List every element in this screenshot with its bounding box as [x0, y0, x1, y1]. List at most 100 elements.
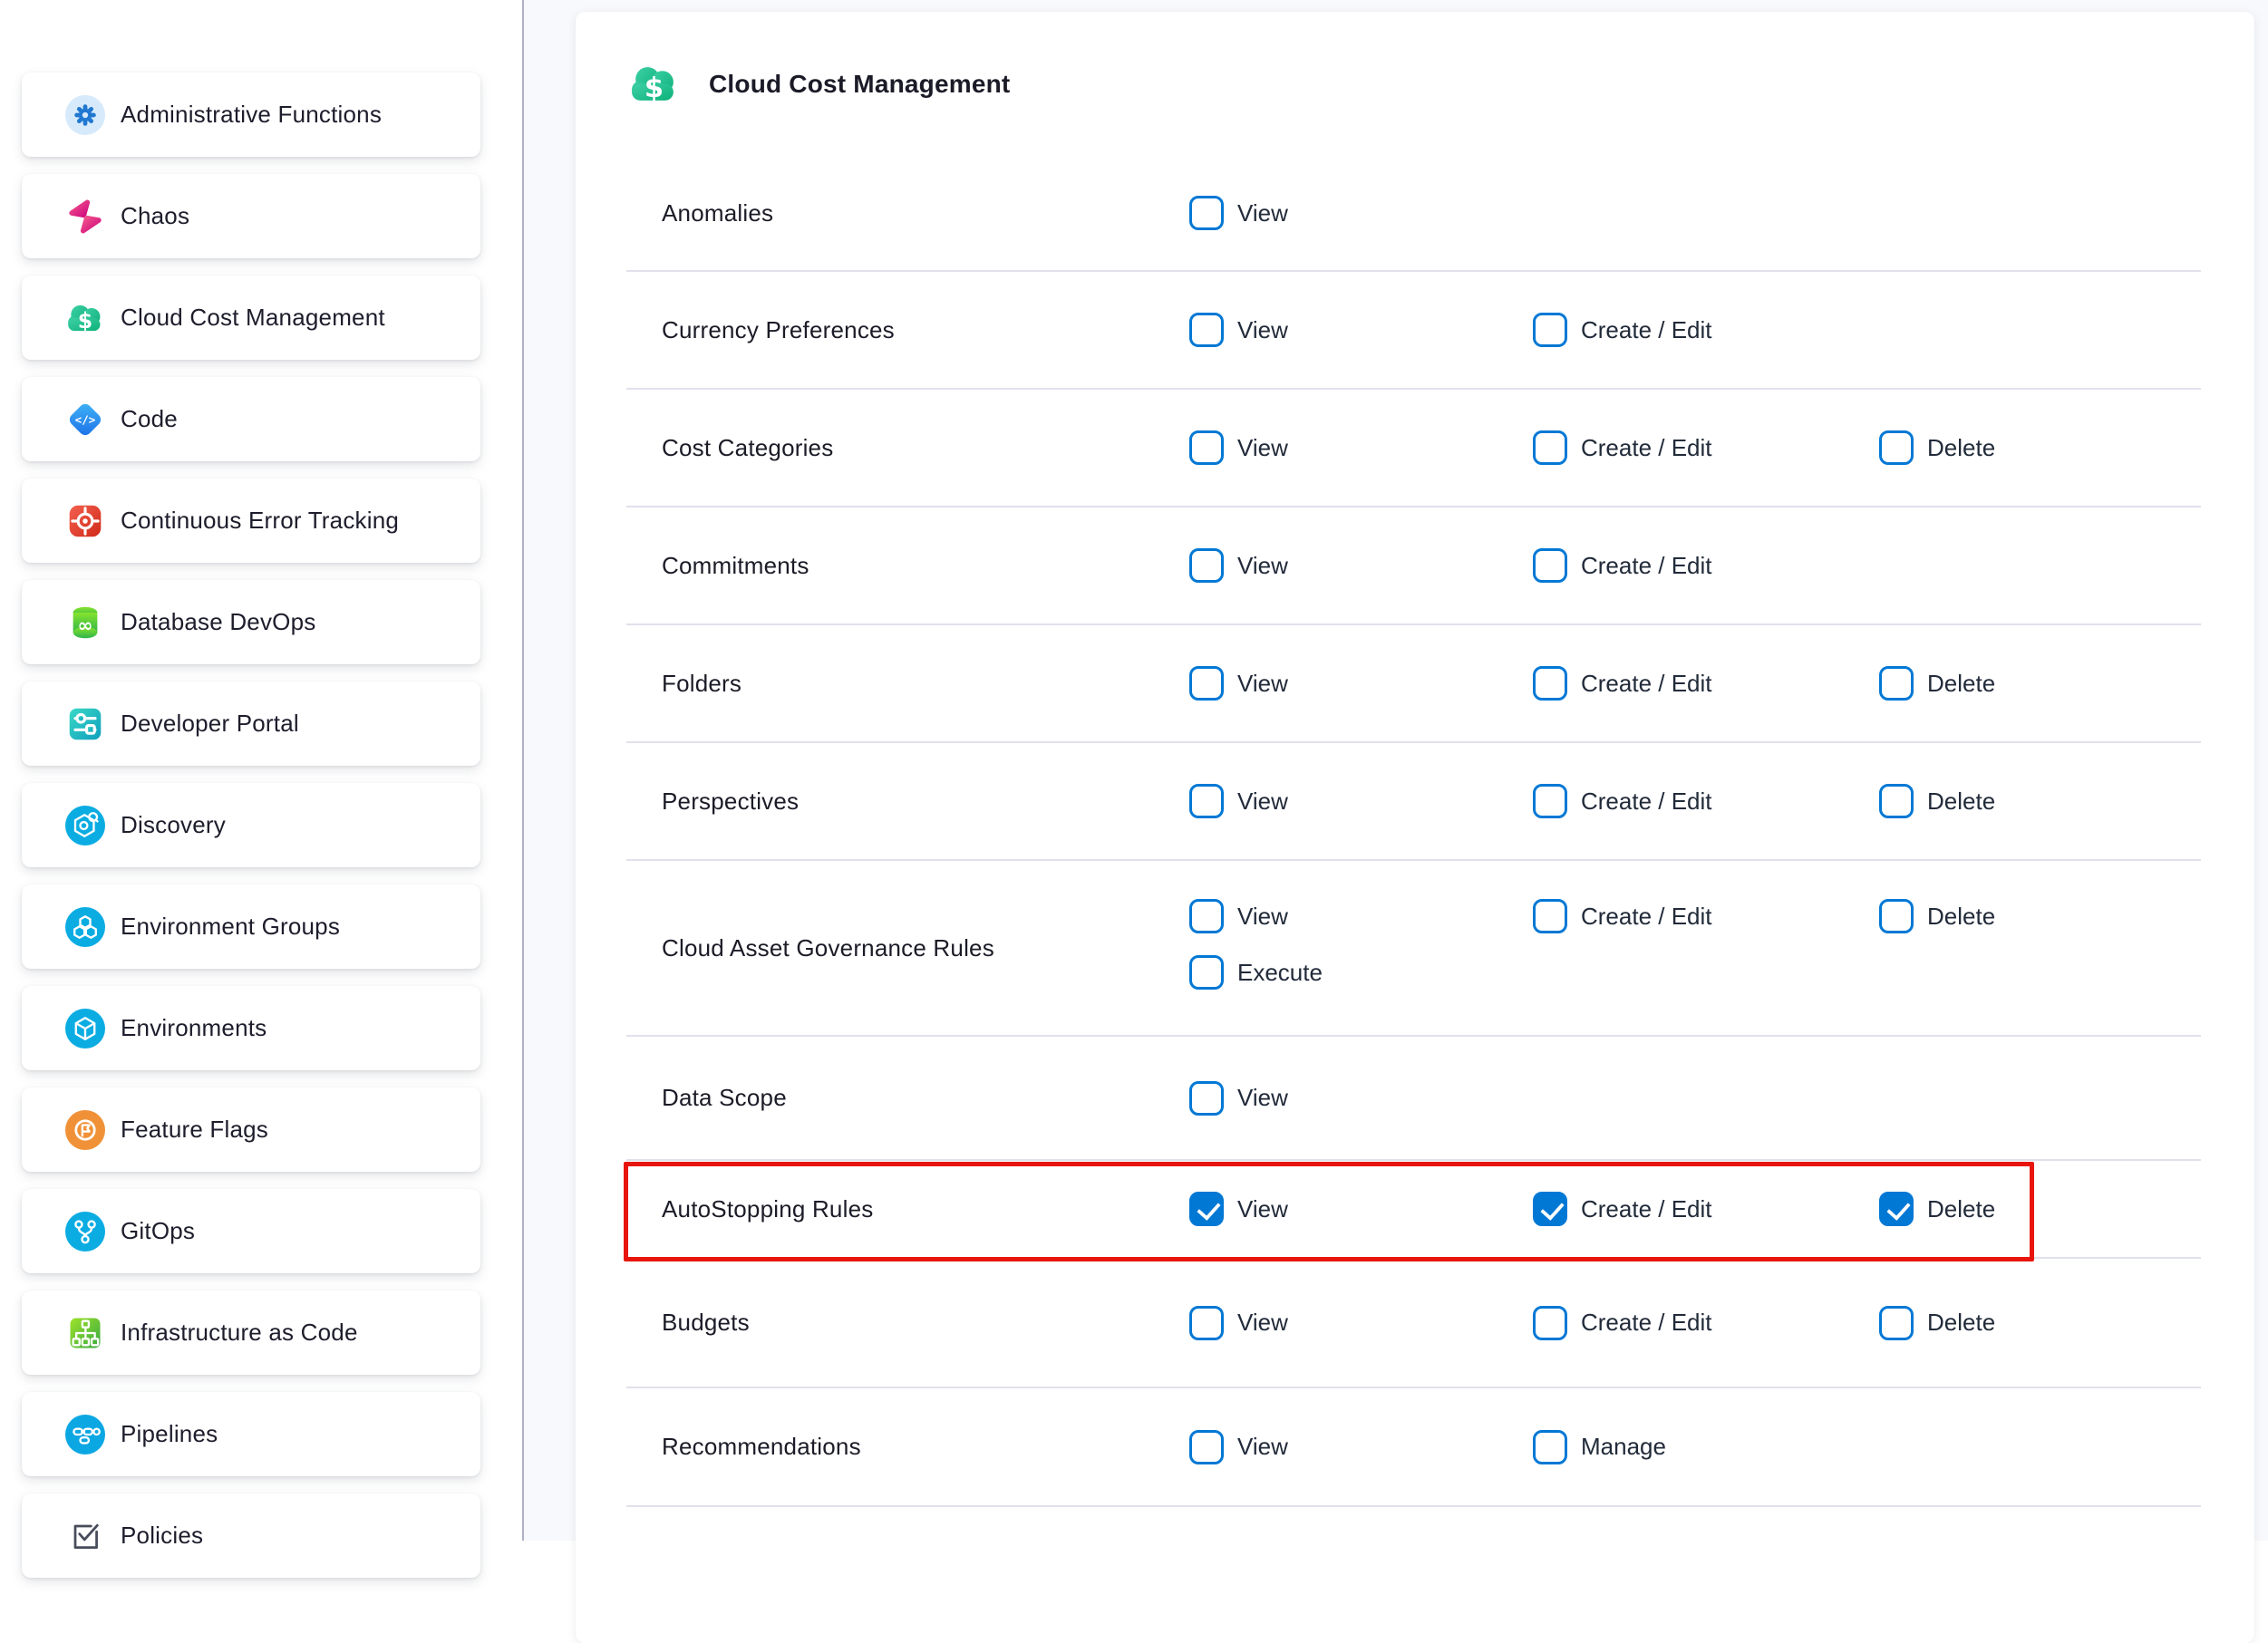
- permission-cell: View: [1189, 784, 1533, 818]
- sidebar-item-code[interactable]: </>Code: [22, 377, 480, 461]
- permission-option: View: [1189, 1192, 1533, 1226]
- currency-preferences-view-checkbox[interactable]: [1189, 313, 1224, 347]
- budgets-view-checkbox[interactable]: [1189, 1306, 1224, 1340]
- sidebar-item-database-devops[interactable]: ∞Database DevOps: [22, 580, 480, 664]
- sidebar-item-administrative-functions[interactable]: Administrative Functions: [22, 72, 480, 157]
- discovery-hexagon-magnifier-icon: [65, 806, 105, 846]
- currency-preferences-create-edit-checkbox[interactable]: [1533, 313, 1567, 347]
- permission-cell: Create / Edit: [1533, 1306, 1879, 1340]
- sidebar-item-label: Environments: [121, 1014, 267, 1042]
- autostopping-rules-delete-checkbox[interactable]: [1879, 1192, 1914, 1226]
- cost-categories-create-edit-checkbox[interactable]: [1533, 430, 1567, 465]
- permission-cell: View: [1189, 1430, 1533, 1464]
- permission-cell: View: [1189, 196, 1533, 230]
- sidebar-item-label: Cloud Cost Management: [121, 304, 385, 332]
- permission-option-label: View: [1237, 434, 1288, 462]
- permission-cell: Create / Edit: [1533, 861, 1879, 933]
- recommendations-manage-checkbox[interactable]: [1533, 1430, 1567, 1464]
- resource-label: Budgets: [626, 1309, 1189, 1337]
- permission-option-label: Create / Edit: [1581, 434, 1712, 462]
- resource-label: Cost Categories: [626, 434, 1189, 462]
- permission-cell: Create / Edit: [1533, 1192, 1879, 1226]
- permission-cell: Delete: [1879, 784, 2201, 818]
- resource-label: Recommendations: [626, 1433, 1189, 1461]
- permission-option-label: Delete: [1927, 788, 1995, 816]
- permission-row-data-scope: Data ScopeView: [626, 1037, 2201, 1161]
- permission-option-label: View: [1237, 670, 1288, 698]
- commitments-view-checkbox[interactable]: [1189, 548, 1224, 583]
- target-icon: [65, 501, 105, 541]
- permission-option: View: [1189, 196, 1533, 230]
- autostopping-rules-create-edit-checkbox[interactable]: [1533, 1192, 1567, 1226]
- resource-label: Data Scope: [626, 1084, 1189, 1112]
- permission-option-label: View: [1237, 316, 1288, 344]
- permission-cell: View: [1189, 313, 1533, 347]
- sidebar-item-label: Chaos: [121, 202, 189, 230]
- permission-cell: View: [1189, 430, 1533, 465]
- sidebar-item-infrastructure-as-code[interactable]: Infrastructure as Code: [22, 1290, 480, 1375]
- folders-view-checkbox[interactable]: [1189, 666, 1224, 701]
- sidebar-item-environments[interactable]: Environments: [22, 986, 480, 1070]
- sidebar-item-pipelines[interactable]: Pipelines: [22, 1392, 480, 1476]
- code-brackets-icon: </>: [65, 400, 105, 440]
- budgets-create-edit-checkbox[interactable]: [1533, 1306, 1567, 1340]
- sidebar-item-cloud-cost-management[interactable]: $Cloud Cost Management: [22, 275, 480, 360]
- sidebar-item-discovery[interactable]: Discovery: [22, 783, 480, 867]
- svg-text:</>: </>: [75, 412, 96, 426]
- permission-cell: Delete: [1879, 430, 2201, 465]
- permission-option-label: Delete: [1927, 903, 1995, 931]
- folders-create-edit-checkbox[interactable]: [1533, 666, 1567, 701]
- permission-option-label: Execute: [1237, 959, 1323, 987]
- permission-option: View: [1189, 548, 1533, 583]
- sidebar-item-continuous-error-tracking[interactable]: Continuous Error Tracking: [22, 478, 480, 563]
- sidebar-item-developer-portal[interactable]: Developer Portal: [22, 681, 480, 766]
- permission-option: Create / Edit: [1533, 548, 1879, 583]
- perspectives-create-edit-checkbox[interactable]: [1533, 784, 1567, 818]
- sidebar-item-feature-flags[interactable]: Feature Flags: [22, 1087, 480, 1172]
- permission-row-budgets: BudgetsViewCreate / EditDelete: [626, 1259, 2201, 1388]
- permission-option: View: [1189, 1081, 1533, 1116]
- sidebar-item-gitops[interactable]: GitOps: [22, 1189, 480, 1273]
- perspectives-delete-checkbox[interactable]: [1879, 784, 1914, 818]
- permission-option-label: Create / Edit: [1581, 552, 1712, 580]
- recommendations-view-checkbox[interactable]: [1189, 1430, 1224, 1464]
- permission-row-cost-categories: Cost Categories View Create / Edit Delete: [626, 390, 2201, 507]
- sidebar-item-policies[interactable]: Policies: [22, 1493, 480, 1578]
- cost-categories-view-checkbox[interactable]: [1189, 430, 1224, 465]
- permission-row-anomalies: AnomaliesView: [626, 156, 2201, 272]
- permission-row-autostopping-rules: AutoStopping RulesViewCreate / Edit Delet…: [626, 1161, 2201, 1259]
- permission-option-label: Delete: [1927, 1195, 1995, 1223]
- permission-cell: Create / Edit: [1533, 313, 1879, 347]
- permission-cell: ViewExecute: [1189, 861, 1533, 990]
- permission-option-label: View: [1237, 1433, 1288, 1461]
- resource-label: Folders: [626, 670, 1189, 698]
- permission-cell: Delete: [1879, 1192, 2201, 1226]
- perspectives-view-checkbox[interactable]: [1189, 784, 1224, 818]
- resource-label: AutoStopping Rules: [626, 1195, 1189, 1223]
- data-scope-view-checkbox[interactable]: [1189, 1081, 1224, 1116]
- permission-cell: Create / Edit: [1533, 784, 1879, 818]
- cloud-asset-governance-rules-delete-checkbox[interactable]: [1879, 899, 1914, 933]
- budgets-delete-checkbox[interactable]: [1879, 1306, 1914, 1340]
- permission-cell: Delete: [1879, 666, 2201, 701]
- sidebar-item-chaos[interactable]: Chaos: [22, 174, 480, 258]
- permission-cell: Delete: [1879, 861, 2201, 933]
- resource-label: Currency Preferences: [626, 316, 1189, 344]
- circuit-nodes-icon: [65, 1313, 105, 1353]
- cost-categories-delete-checkbox[interactable]: [1879, 430, 1914, 465]
- cloud-asset-governance-rules-execute-checkbox[interactable]: [1189, 955, 1224, 990]
- anomalies-view-checkbox[interactable]: [1189, 196, 1224, 230]
- resource-label: Cloud Asset Governance Rules: [626, 934, 1189, 962]
- sidebar-item-environment-groups[interactable]: Environment Groups: [22, 884, 480, 969]
- autostopping-rules-view-checkbox[interactable]: [1189, 1192, 1224, 1226]
- pipeline-links-icon: [65, 1415, 105, 1455]
- cloud-asset-governance-rules-create-edit-checkbox[interactable]: [1533, 899, 1567, 933]
- sidebar-item-label: Continuous Error Tracking: [121, 507, 399, 535]
- permission-row-folders: FoldersViewCreate / EditDelete: [626, 625, 2201, 743]
- folders-delete-checkbox[interactable]: [1879, 666, 1914, 701]
- cloud-asset-governance-rules-view-checkbox[interactable]: [1189, 899, 1224, 933]
- permission-option-label: View: [1237, 552, 1288, 580]
- permission-row-recommendations: RecommendationsViewManage: [626, 1388, 2201, 1507]
- svg-text:∞: ∞: [78, 614, 93, 636]
- commitments-create-edit-checkbox[interactable]: [1533, 548, 1567, 583]
